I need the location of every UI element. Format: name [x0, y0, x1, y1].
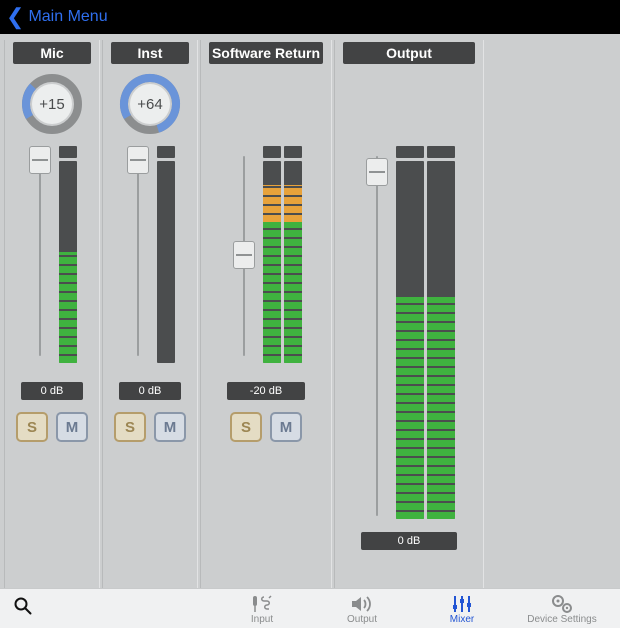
- tab-mixer[interactable]: Mixer: [412, 592, 512, 625]
- tab-output[interactable]: Output: [312, 592, 412, 625]
- gain-value-inst: +64: [118, 72, 182, 136]
- fader-meter-output: [364, 146, 455, 526]
- gear-icon: [550, 592, 574, 614]
- search-icon: [14, 597, 32, 615]
- back-chevron-icon[interactable]: ❮: [6, 6, 24, 28]
- meter-stack-swret: [263, 146, 302, 363]
- gain-dial-inst[interactable]: +64: [118, 72, 182, 136]
- clip-indicator: [157, 146, 175, 158]
- db-readout-mic: 0 dB: [21, 382, 83, 400]
- meter-stack-inst: [157, 146, 175, 363]
- fader-meter-mic: [27, 146, 77, 376]
- solo-button-inst[interactable]: S: [114, 412, 146, 442]
- db-readout-output: 0 dB: [361, 532, 457, 550]
- fader-inst[interactable]: [125, 146, 151, 366]
- db-readout-swret: -20 dB: [227, 382, 305, 400]
- solo-button-swret[interactable]: S: [230, 412, 262, 442]
- mixer-panel: Mic +15 0 dB: [0, 34, 620, 588]
- fader-output[interactable]: [364, 146, 390, 526]
- solo-button-mic[interactable]: S: [16, 412, 48, 442]
- output-icon: [350, 592, 374, 614]
- channel-mic: Mic +15 0 dB: [4, 40, 100, 588]
- mute-button-swret[interactable]: M: [270, 412, 302, 442]
- level-meter: [263, 161, 281, 363]
- tab-label: Device Settings: [527, 614, 596, 625]
- tab-device-settings[interactable]: Device Settings: [512, 592, 612, 625]
- channel-label-inst: Inst: [111, 42, 189, 64]
- clip-indicator: [284, 146, 302, 158]
- db-readout-inst: 0 dB: [119, 382, 181, 400]
- channel-label-output: Output: [343, 42, 475, 64]
- top-bar: ❮ Main Menu: [0, 0, 620, 34]
- tab-label: Output: [347, 614, 377, 625]
- clip-indicator: [263, 146, 281, 158]
- back-button[interactable]: Main Menu: [28, 8, 107, 26]
- tab-input[interactable]: Input: [212, 592, 312, 625]
- channel-inst: Inst +64 0 dB S M: [102, 40, 198, 588]
- meter-stack-mic: [59, 146, 77, 363]
- level-meter: [157, 161, 175, 363]
- meter-stack-output: [396, 146, 455, 519]
- gain-value-mic: +15: [20, 72, 84, 136]
- fader-swret[interactable]: [231, 146, 257, 366]
- level-meter: [59, 161, 77, 363]
- fader-meter-swret: [231, 146, 302, 376]
- tab-bar: Input Output: [0, 588, 620, 628]
- clip-indicator: [59, 146, 77, 158]
- search-button[interactable]: [0, 597, 210, 620]
- fader-mic[interactable]: [27, 146, 53, 366]
- fader-meter-inst: [125, 146, 175, 376]
- input-icon: [249, 592, 275, 614]
- channel-software-return: Software Return: [200, 40, 332, 588]
- level-meter: [284, 161, 302, 363]
- tab-label: Mixer: [450, 614, 474, 625]
- tab-label: Input: [251, 614, 273, 625]
- level-meter: [396, 161, 424, 519]
- channel-label-mic: Mic: [13, 42, 91, 64]
- mute-button-mic[interactable]: M: [56, 412, 88, 442]
- clip-indicator: [396, 146, 424, 158]
- clip-indicator: [427, 146, 455, 158]
- channel-label-swret: Software Return: [209, 42, 323, 64]
- mute-button-inst[interactable]: M: [154, 412, 186, 442]
- gain-dial-mic[interactable]: +15: [20, 72, 84, 136]
- level-meter: [427, 161, 455, 519]
- channel-output: Output: [334, 40, 484, 588]
- mixer-icon: [451, 592, 473, 614]
